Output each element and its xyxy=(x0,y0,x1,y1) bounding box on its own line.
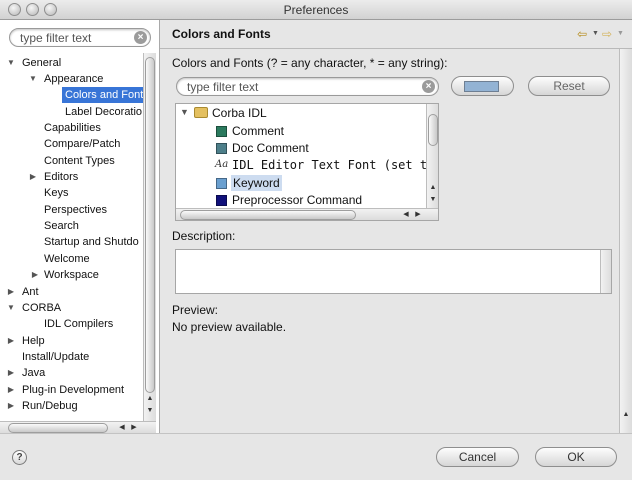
reset-button[interactable]: Reset xyxy=(528,76,610,96)
description-box xyxy=(175,249,612,294)
folder-icon xyxy=(194,107,208,118)
tree-item-search[interactable]: Search xyxy=(44,218,79,234)
scroll-left-icon[interactable]: ◀ xyxy=(116,423,128,431)
scrollbar-thumb[interactable] xyxy=(428,114,438,146)
preview-label: Preview: xyxy=(172,303,219,317)
tree-item-compare-patch[interactable]: Compare/Patch xyxy=(44,136,120,152)
description-label: Description: xyxy=(172,229,236,243)
list-item[interactable]: Aa IDL Editor Text Font (set to xyxy=(210,157,426,173)
expand-arrow-icon[interactable]: ▶ xyxy=(28,169,38,185)
scrollbar-thumb[interactable] xyxy=(8,423,108,433)
window-title: Preferences xyxy=(283,3,349,17)
instructions-text: Colors and Fonts (? = any character, * =… xyxy=(172,56,448,70)
colors-filter-field[interactable]: type filter text × xyxy=(176,77,439,96)
help-icon[interactable]: ? xyxy=(12,450,27,465)
tree-item-perspectives[interactable]: Perspectives xyxy=(44,202,107,218)
back-icon[interactable]: ⇦ xyxy=(577,27,587,41)
forward-icon[interactable]: ⇨ xyxy=(602,27,612,41)
scroll-right-icon[interactable]: ▶ xyxy=(412,210,424,218)
page-title: Colors and Fonts xyxy=(172,27,271,41)
scroll-down-icon[interactable]: ▼ xyxy=(144,407,156,414)
scroll-up-icon[interactable]: ▲ xyxy=(427,184,439,191)
scrollbar-thumb[interactable] xyxy=(180,210,356,220)
color-swatch xyxy=(464,81,499,92)
header-separator xyxy=(160,48,632,49)
filter-search-field[interactable]: type filter text × xyxy=(9,28,151,47)
expand-arrow-icon[interactable]: ▶ xyxy=(6,333,16,349)
tree-item-content-types[interactable]: Content Types xyxy=(44,153,115,169)
colors-filter-placeholder: type filter text xyxy=(187,80,259,94)
ok-button[interactable]: OK xyxy=(535,447,617,467)
page-vertical-scrollbar[interactable]: ▲ xyxy=(619,49,632,433)
sidebar-vertical-scrollbar[interactable]: ▲ ▼ xyxy=(143,53,156,421)
list-item[interactable]: Doc Comment xyxy=(210,140,420,156)
tree-item-install-update[interactable]: Install/Update xyxy=(22,349,89,365)
expand-arrow-icon[interactable]: ▶ xyxy=(6,365,16,381)
scroll-up-icon[interactable]: ▲ xyxy=(144,395,156,402)
scroll-down-icon[interactable]: ▼ xyxy=(427,196,439,203)
font-icon: Aa xyxy=(215,159,229,170)
cancel-button[interactable]: Cancel xyxy=(436,447,519,467)
color-swatch-icon xyxy=(216,143,227,154)
scroll-left-icon[interactable]: ◀ xyxy=(400,210,412,218)
list-group-corba-idl[interactable]: Corba IDL xyxy=(212,106,267,120)
list-item[interactable]: Preprocessor Command xyxy=(210,192,420,208)
preview-text: No preview available. xyxy=(172,320,287,334)
list-vertical-scrollbar[interactable]: ▲ ▼ xyxy=(426,104,438,208)
tree-item-welcome[interactable]: Welcome xyxy=(44,251,90,267)
list-item-selected[interactable]: Keyword xyxy=(210,175,420,191)
tree-item-colors-and-fonts[interactable]: Colors and Font xyxy=(62,87,143,103)
sidebar-horizontal-scrollbar[interactable]: ◀ ▶ xyxy=(0,421,156,433)
list-item[interactable]: Comment xyxy=(210,123,420,139)
list-horizontal-scrollbar[interactable]: ◀ ▶ xyxy=(176,208,438,220)
forward-menu-chevron-icon[interactable]: ▼ xyxy=(617,30,624,37)
expand-arrow-icon[interactable]: ▶ xyxy=(6,398,16,414)
title-bar: Preferences xyxy=(0,0,632,20)
filter-placeholder: type filter text xyxy=(20,31,92,45)
colors-and-fonts-list[interactable]: ▼ Corba IDL Comment Doc Comment Aa IDL E… xyxy=(175,103,439,221)
color-swatch-icon xyxy=(216,178,227,189)
tree-item-idl-compilers[interactable]: IDL Compilers xyxy=(44,316,113,332)
expand-arrow-icon[interactable]: ▼ xyxy=(6,55,16,71)
list-content: ▼ Corba IDL Comment Doc Comment Aa IDL E… xyxy=(176,104,426,208)
expand-arrow-icon[interactable]: ▶ xyxy=(6,284,16,300)
expand-arrow-icon[interactable]: ▼ xyxy=(28,71,38,87)
back-menu-chevron-icon[interactable]: ▼ xyxy=(592,30,599,37)
expand-arrow-icon[interactable]: ▶ xyxy=(30,267,40,283)
tree-item-startup-and-shutdown[interactable]: Startup and Shutdo xyxy=(44,234,139,250)
tree-item-keys[interactable]: Keys xyxy=(44,185,68,201)
color-swatch-icon xyxy=(216,126,227,137)
expand-arrow-icon[interactable]: ▶ xyxy=(6,382,16,398)
scroll-up-icon[interactable]: ▲ xyxy=(620,411,632,418)
expand-arrow-icon[interactable]: ▼ xyxy=(6,300,16,316)
preferences-tree[interactable]: ▼ General ▼ Appearance Colors and Font L… xyxy=(0,53,143,421)
clear-filter-icon[interactable]: × xyxy=(422,80,435,93)
tree-item-label-decorations[interactable]: Label Decoratio xyxy=(65,104,142,120)
color-swatch-icon xyxy=(216,195,227,206)
expand-arrow-icon[interactable]: ▼ xyxy=(180,107,189,117)
tree-item-capabilities[interactable]: Capabilities xyxy=(44,120,101,136)
description-scrollbar[interactable] xyxy=(600,250,611,293)
preferences-sidebar: type filter text × ▼ General ▼ Appearanc… xyxy=(0,20,160,433)
scrollbar-thumb[interactable] xyxy=(145,57,155,393)
color-picker-button[interactable] xyxy=(451,76,514,96)
scroll-right-icon[interactable]: ▶ xyxy=(128,423,140,431)
dialog-button-bar: ? Cancel OK xyxy=(0,433,632,480)
clear-filter-icon[interactable]: × xyxy=(134,31,147,44)
